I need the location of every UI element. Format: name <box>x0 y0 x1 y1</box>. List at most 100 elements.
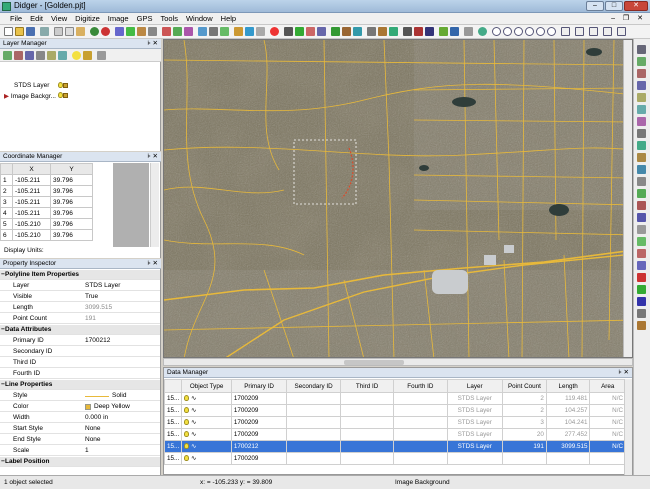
property-row[interactable]: Visible True <box>0 292 160 302</box>
options-icon[interactable] <box>464 27 473 36</box>
property-section[interactable]: − Line Properties <box>0 380 160 390</box>
column-header[interactable]: Object Type <box>181 379 232 393</box>
column-header[interactable]: Length <box>545 379 591 393</box>
data-cell[interactable]: 277.452 <box>545 428 591 441</box>
tool-icon[interactable] <box>245 27 254 36</box>
property-section[interactable]: − Label Position <box>0 457 160 467</box>
data-cell[interactable] <box>393 440 448 453</box>
tool-icon[interactable] <box>637 213 646 222</box>
tool-icon[interactable] <box>637 297 646 306</box>
data-cell[interactable]: 3099.515 <box>545 440 591 453</box>
data-cell[interactable] <box>393 416 448 429</box>
delete-layer-icon[interactable] <box>14 51 23 60</box>
data-cell[interactable] <box>339 404 395 417</box>
data-cell[interactable] <box>339 428 395 441</box>
measure-icon[interactable] <box>256 27 265 36</box>
property-value[interactable]: 3099.515 <box>85 303 112 313</box>
layer-item-stds[interactable]: STDS Layer <box>14 82 68 89</box>
pin-close-icon[interactable]: ⊧ ✕ <box>618 368 629 378</box>
close-button[interactable]: ✕ <box>624 1 648 11</box>
property-row[interactable]: Secondary ID <box>0 347 160 357</box>
zoom-out-icon[interactable] <box>503 27 512 36</box>
property-row[interactable]: Point Count 191 <box>0 314 160 324</box>
print-icon[interactable] <box>40 27 49 36</box>
property-value[interactable]: True <box>85 292 98 302</box>
tool-icon[interactable] <box>637 309 646 318</box>
maximize-button[interactable]: □ <box>605 1 623 11</box>
tool-icon[interactable] <box>637 57 646 66</box>
data-cell[interactable] <box>286 392 341 405</box>
tool-icon[interactable] <box>637 153 646 162</box>
open-icon[interactable] <box>15 27 24 36</box>
data-cell[interactable] <box>393 392 448 405</box>
tool-icon[interactable] <box>637 165 646 174</box>
property-row[interactable]: Primary ID 1700212 <box>0 336 160 346</box>
data-cell[interactable]: 1700209 <box>230 428 288 441</box>
tool-icon[interactable] <box>637 237 646 246</box>
data-cell[interactable]: 20 <box>502 428 547 441</box>
text-icon[interactable] <box>173 27 182 36</box>
polygon-icon[interactable] <box>148 27 157 36</box>
polyline-icon[interactable] <box>137 27 146 36</box>
menu-image[interactable]: Image <box>104 13 133 25</box>
data-cell[interactable]: 104.257 <box>545 404 591 417</box>
data-cell[interactable]: STDS Layer <box>446 428 504 441</box>
property-row[interactable]: End Style None <box>0 435 160 445</box>
undo-icon[interactable] <box>90 27 99 36</box>
calibrate-icon[interactable] <box>220 27 229 36</box>
data-cell[interactable]: 1700209 <box>230 392 288 405</box>
data-row[interactable]: 15... ∿ 1700209 STDS Layer 3 104.241 N/C <box>163 416 626 429</box>
data-cell[interactable]: 3 <box>502 416 547 429</box>
data-cell[interactable]: 15... <box>163 452 183 465</box>
expand-arrow-icon[interactable]: ▶ <box>4 93 9 100</box>
property-row[interactable]: Length 3099.515 <box>0 303 160 313</box>
redraw-icon[interactable] <box>589 27 598 36</box>
tool-icon[interactable] <box>637 105 646 114</box>
menu-file[interactable]: File <box>0 13 26 25</box>
tool-icon[interactable] <box>637 225 646 234</box>
menu-tools[interactable]: Tools <box>156 13 182 25</box>
stop-icon[interactable] <box>270 27 279 36</box>
coordinate-row[interactable]: 4 -105.211 39.796 <box>0 207 93 219</box>
property-row[interactable]: Scale 1 <box>0 446 160 456</box>
join-icon[interactable] <box>342 27 351 36</box>
data-cell[interactable]: N/C <box>589 416 626 429</box>
menu-gps[interactable]: GPS <box>133 13 157 25</box>
tool-icon[interactable] <box>637 189 646 198</box>
minimize-button[interactable]: – <box>586 1 604 11</box>
rectangle-icon[interactable] <box>184 27 193 36</box>
layer-item-image-background[interactable]: ▶ Image Backgr... <box>4 92 68 100</box>
digitize-icon[interactable] <box>126 27 135 36</box>
property-row[interactable]: Fourth ID <box>0 369 160 379</box>
column-header[interactable]: Layer <box>446 379 504 393</box>
data-cell[interactable]: STDS Layer <box>446 440 504 453</box>
column-header[interactable]: Fourth ID <box>393 379 448 393</box>
data-cell[interactable]: 119.481 <box>545 392 591 405</box>
map-view[interactable] <box>163 39 633 358</box>
property-row[interactable]: Start Style None <box>0 424 160 434</box>
tool-icon[interactable] <box>637 285 646 294</box>
data-cell[interactable]: N/C <box>589 440 626 453</box>
data-row[interactable]: 15... ∿ 1700209 STDS Layer 20 277.452 N/C <box>163 428 626 441</box>
data-cell[interactable] <box>545 452 591 465</box>
preview-icon[interactable] <box>603 27 612 36</box>
tool-icon[interactable] <box>637 177 646 186</box>
data-cell[interactable] <box>339 392 395 405</box>
data-cell[interactable] <box>286 440 341 453</box>
select-icon[interactable] <box>115 27 124 36</box>
point-icon[interactable] <box>162 27 171 36</box>
property-row[interactable]: Third ID <box>0 358 160 368</box>
x-header[interactable]: X <box>12 163 51 175</box>
tool-icon[interactable] <box>637 69 646 78</box>
visibility-icon[interactable] <box>72 51 81 60</box>
add-layer-icon[interactable] <box>3 51 12 60</box>
mdi-controls[interactable]: – ❐ ✕ <box>611 14 646 22</box>
tool-icon[interactable] <box>637 117 646 126</box>
coordinate-row[interactable]: 2 -105.211 39.796 <box>0 185 93 197</box>
flag-icon[interactable] <box>414 27 423 36</box>
lock-icon[interactable] <box>63 82 68 88</box>
data-row[interactable]: 15... ∿ 1700209 STDS Layer 2 104.257 N/C <box>163 404 626 417</box>
tool-icon[interactable] <box>637 45 646 54</box>
property-row[interactable]: Width 0.000 in <box>0 413 160 423</box>
object-type-cell[interactable]: ∿ <box>181 404 232 417</box>
